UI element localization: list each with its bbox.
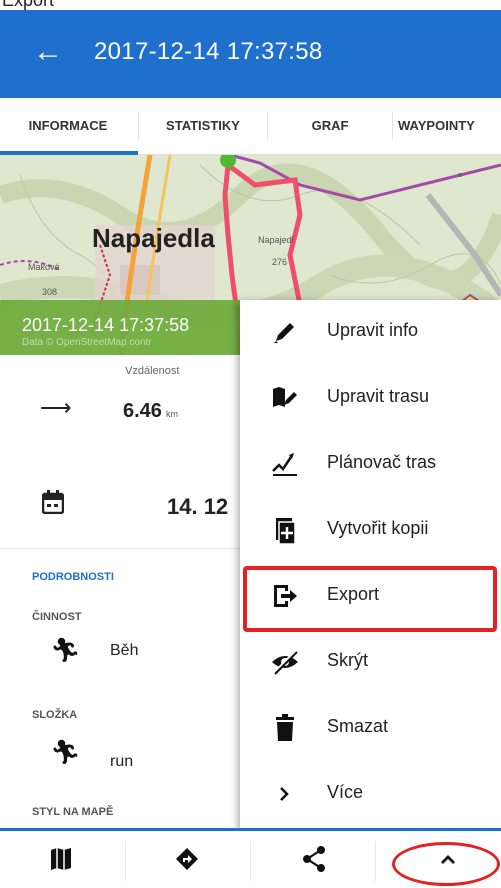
calendar-icon — [41, 490, 65, 519]
share-icon — [303, 846, 325, 872]
map-small-label: Napajedl — [258, 235, 294, 245]
map-attribution: Data © OpenStreetMap contr — [22, 337, 152, 348]
runner-icon: 🏃︎ — [50, 739, 81, 766]
menu-item-upravit-info[interactable]: Upravit info — [240, 300, 501, 366]
folder-label: SLOŽKA — [32, 709, 78, 721]
date-value: 14. 12 — [167, 494, 229, 519]
tab-bar: INFORMACE STATISTIKY GRAF WAYPOINTY — [0, 98, 501, 155]
tab-informace[interactable]: INFORMACE — [8, 98, 128, 154]
copy-icon — [276, 518, 296, 545]
export-highlight-annotation — [243, 566, 497, 632]
menu-item-label: Více — [327, 782, 364, 802]
tab-statistiky[interactable]: STATISTIKY — [148, 98, 258, 154]
page-title: 2017-12-14 17:37:58 — [94, 38, 323, 65]
menu-item-label: Vytvořit kopii — [327, 518, 429, 538]
screenshot-caption: Export — [0, 0, 501, 10]
menu-item-planovac-tras[interactable]: Plánovač tras — [240, 432, 501, 498]
map-banner-text: 2017-12-14 17:37:58 — [22, 315, 190, 335]
folder-value[interactable]: run — [110, 753, 133, 771]
menu-item-label: Skrýt — [327, 650, 369, 670]
distance-value: 6.46 km — [123, 400, 178, 423]
map-icon — [51, 848, 71, 870]
distance-number: 6.46 — [123, 400, 162, 422]
navigate-button[interactable] — [125, 831, 250, 888]
activity-value[interactable]: Běh — [110, 642, 138, 660]
tab-waypointy[interactable]: WAYPOINTY — [398, 98, 501, 154]
app-bar: ← 2017-12-14 17:37:58 — [0, 10, 501, 98]
chevron-highlight-annotation — [392, 842, 500, 886]
menu-item-label: Smazat — [327, 716, 389, 736]
distance-unit: km — [165, 409, 178, 419]
navigate-icon — [176, 848, 198, 870]
tab-divider — [267, 112, 268, 140]
menu-item-skryt[interactable]: Skrýt — [240, 630, 501, 696]
eye-off-icon — [272, 649, 298, 675]
menu-item-smazat[interactable]: Smazat — [240, 696, 501, 762]
edit-route-icon — [273, 387, 297, 407]
map-button[interactable] — [0, 831, 125, 888]
details-section-title: PODROBNOSTI — [32, 571, 114, 583]
tab-divider — [392, 112, 393, 140]
trash-icon — [276, 714, 294, 741]
menu-item-upravit-trasu[interactable]: Upravit trasu — [240, 366, 501, 432]
menu-item-label: Plánovač tras — [327, 452, 437, 472]
distance-label: Vzdálenost — [125, 365, 180, 377]
tab-divider — [138, 112, 139, 140]
menu-item-vice[interactable]: Více — [240, 762, 501, 828]
runner-icon: 🏃︎ — [50, 637, 81, 664]
activity-label: ČINNOST — [32, 611, 82, 623]
route-planner-icon — [272, 453, 297, 476]
share-button[interactable] — [250, 831, 375, 888]
overflow-menu: Upravit info Upravit trasu Plánovač tras… — [240, 300, 501, 830]
map-small-label: 308 — [42, 287, 57, 297]
map-small-label: Maková — [28, 262, 60, 272]
map-town-label: Napajedla — [92, 223, 215, 253]
tab-graf[interactable]: GRAF — [270, 98, 390, 154]
menu-item-label: Upravit trasu — [327, 386, 430, 406]
chevron-right-icon — [280, 787, 289, 801]
map-small-label: 276 — [272, 257, 287, 267]
pencil-icon — [274, 323, 294, 343]
menu-item-vytvorit-kopii[interactable]: Vytvořit kopii — [240, 498, 501, 564]
arrow-right-icon: ⟶ — [40, 395, 72, 420]
menu-item-label: Upravit info — [327, 320, 419, 340]
back-arrow-icon[interactable]: ← — [32, 36, 64, 68]
map-style-label: STYL NA MAPĚ — [32, 806, 114, 818]
